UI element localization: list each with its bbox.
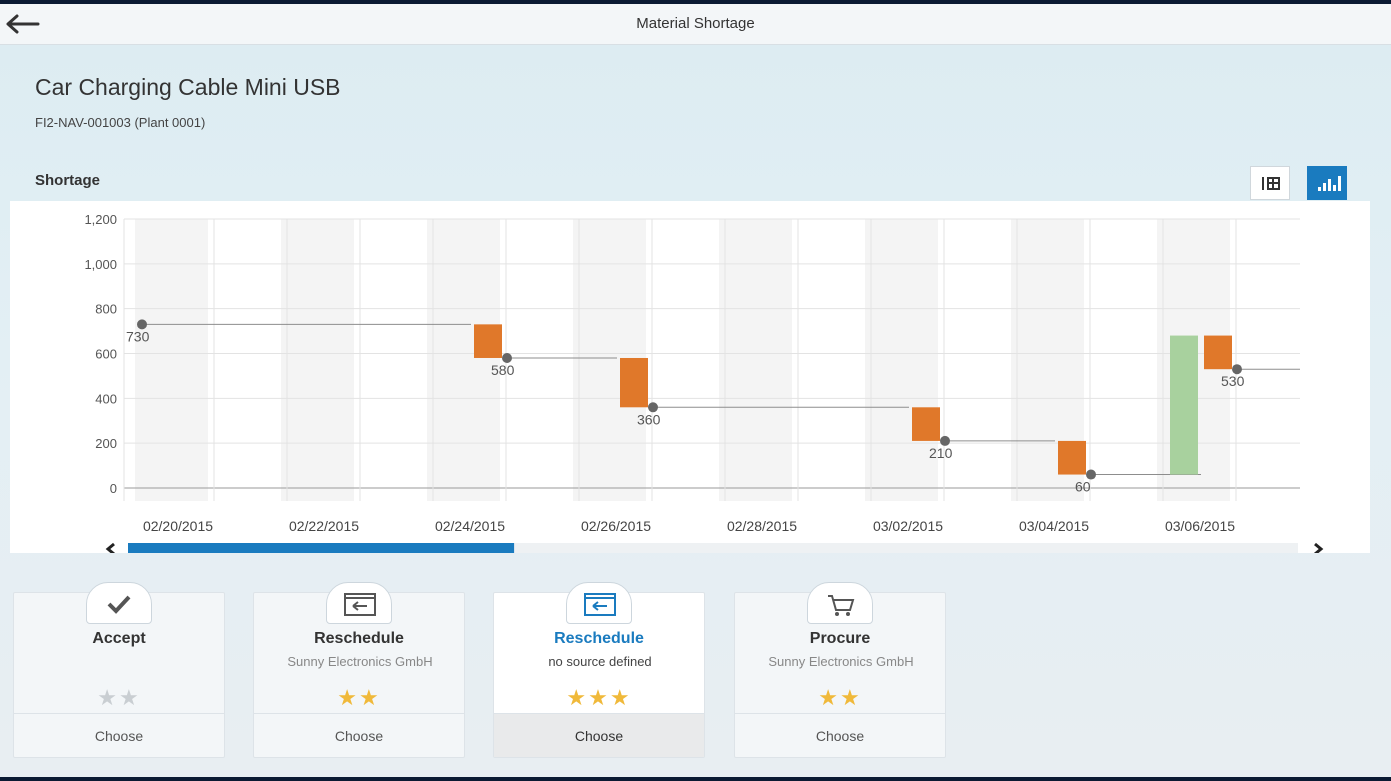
solution-description: no source defined	[548, 654, 652, 669]
chart-x-tick-label: 02/20/2015	[143, 518, 213, 534]
material-id: FI2-NAV-001003 (Plant 0001)	[35, 115, 206, 130]
chart-x-tick-label: 03/06/2015	[1165, 518, 1235, 534]
star-icon: ★	[566, 685, 589, 710]
table-icon	[1262, 177, 1280, 190]
chart-y-tick-label: 600	[95, 347, 117, 362]
section-title: Shortage	[35, 172, 101, 189]
choose-button[interactable]: Choose	[14, 713, 224, 757]
chart-receipt-bar[interactable]	[1170, 335, 1198, 475]
choose-button[interactable]: Choose	[735, 713, 945, 757]
cart-icon	[807, 582, 873, 624]
chevron-right-icon[interactable]	[1314, 542, 1324, 553]
chart-view-button[interactable]	[1307, 166, 1347, 200]
chart-y-tick-label: 0	[110, 481, 117, 496]
chart-canvas: 1,200 1,000 800 600 400 200 0 02/20/2015 02/22/2…	[57, 201, 1324, 553]
chart-shortage-bar[interactable]	[1204, 335, 1232, 370]
chart-background	[57, 201, 1323, 544]
solution-title: Reschedule	[554, 630, 644, 647]
rating-stars: ★★	[254, 685, 464, 711]
chart-data-label: 210	[929, 445, 953, 461]
star-icon: ★	[609, 685, 632, 710]
chart-day-band	[281, 219, 354, 501]
shortage-chart: 1,200 1,000 800 600 400 200 0 02/20/2015 02/22/2…	[10, 201, 1370, 553]
bar-chart-icon	[1318, 176, 1341, 191]
solution-description: Sunny Electronics GmbH	[768, 654, 914, 669]
rating-stars: ★★★	[494, 685, 704, 711]
star-icon: ★	[840, 685, 862, 710]
chart-y-tick-label: 800	[95, 302, 117, 317]
rating-stars: ★★	[735, 685, 945, 711]
chart-x-tick-label: 02/28/2015	[727, 518, 797, 534]
star-icon: ★	[588, 685, 610, 710]
chart-shortage-bar[interactable]	[620, 357, 648, 408]
chart-data-label: 60	[1075, 479, 1091, 495]
chart-shortage-bar[interactable]	[1058, 440, 1086, 475]
chart-data-label: 360	[637, 411, 661, 427]
chart-scroll-thumb[interactable]	[128, 543, 515, 553]
chart-x-tick-label: 03/02/2015	[873, 518, 943, 534]
chart-x-tick-label: 02/26/2015	[581, 518, 651, 534]
chart-x-tick-label: 02/24/2015	[435, 518, 505, 534]
chart-shortage-bar[interactable]	[912, 407, 940, 441]
chart-data-label: 730	[126, 328, 150, 344]
table-view-button[interactable]	[1250, 166, 1290, 200]
chevron-left-icon[interactable]	[105, 542, 115, 553]
solution-card-1[interactable]: Accept ★★ Choose	[13, 582, 225, 758]
calendar-reschedule-icon	[326, 582, 392, 624]
choose-button[interactable]: Choose	[494, 713, 704, 757]
star-icon: ★	[337, 685, 359, 710]
solution-title: Reschedule	[314, 630, 404, 647]
page-title: Material Shortage	[636, 15, 755, 32]
checkmark-icon	[86, 582, 152, 624]
chart-x-tick-label: 03/04/2015	[1019, 518, 1089, 534]
solution-description: Sunny Electronics GmbH	[287, 654, 433, 669]
star-icon: ★	[97, 685, 119, 710]
chart-y-tick-label: 1,000	[84, 257, 117, 272]
chart-day-band	[135, 219, 208, 501]
chart-data-label: 580	[491, 362, 515, 378]
rating-stars: ★★	[14, 685, 224, 711]
chart-day-band	[427, 219, 500, 501]
calendar-reschedule-icon	[566, 582, 632, 624]
solution-title: Accept	[92, 630, 146, 647]
chart-day-band	[865, 219, 938, 501]
solution-card-2[interactable]: Reschedule Sunny Electronics GmbH ★★ Choose	[253, 582, 465, 758]
app-frame: Material Shortage Car Charging Cable Min…	[0, 4, 1391, 777]
solution-card-3[interactable]: Reschedule no source defined ★★★ Choose	[493, 582, 705, 758]
header-bar: Material Shortage	[0, 4, 1391, 45]
star-icon: ★	[119, 685, 141, 710]
chart-y-tick-label: 400	[95, 391, 117, 406]
chart-y-tick-label: 1,200	[84, 212, 117, 227]
star-icon: ★	[359, 685, 381, 710]
choose-button[interactable]: Choose	[254, 713, 464, 757]
chart-y-tick-label: 200	[95, 436, 117, 451]
chart-day-band	[719, 219, 792, 501]
solution-card-4[interactable]: Procure Sunny Electronics GmbH ★★ Choose	[734, 582, 946, 758]
solution-title: Procure	[809, 630, 871, 647]
chart-x-tick-label: 02/22/2015	[289, 518, 359, 534]
material-name: Car Charging Cable Mini USB	[35, 74, 341, 100]
chart-shortage-bar[interactable]	[474, 324, 502, 358]
star-icon: ★	[818, 685, 840, 710]
chart-data-label: 530	[1221, 373, 1245, 389]
